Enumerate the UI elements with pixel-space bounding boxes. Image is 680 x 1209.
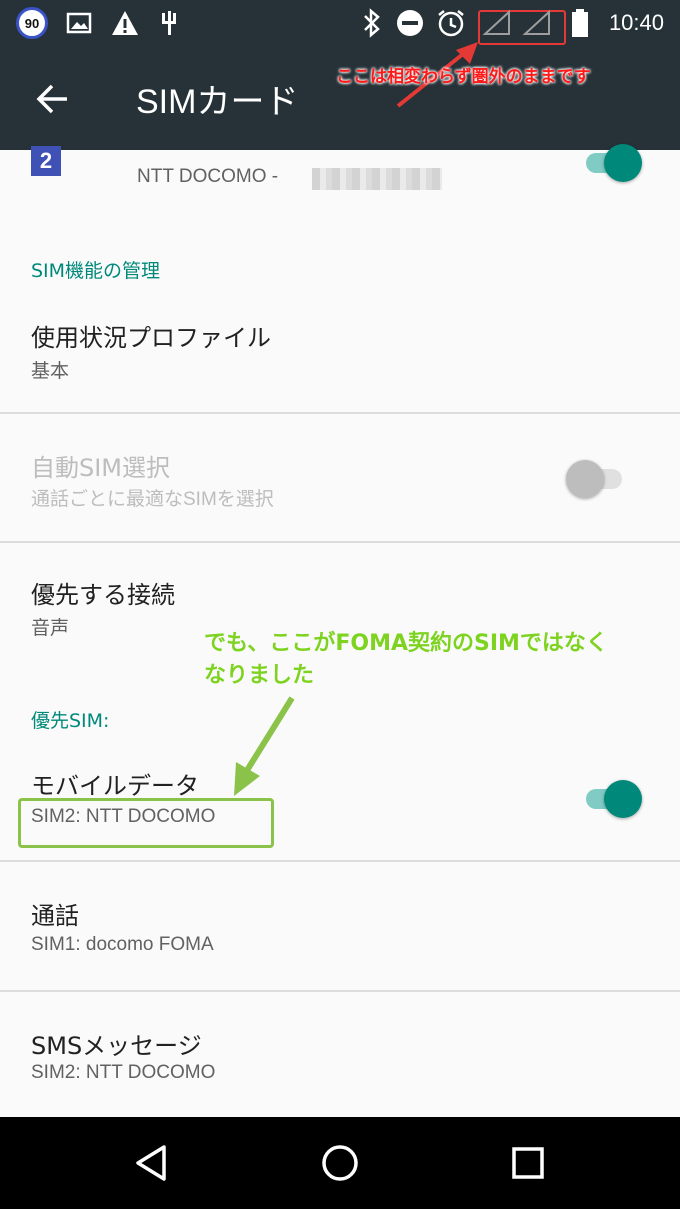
sim-slot2-row[interactable]: 2 NTT DOCOMO - [0,144,680,230]
green-annotation-text: でも、ここがFOMA契約のSIMではなく なりました [204,628,608,692]
green-annotation-arrow [234,696,295,796]
auto-sim-switch[interactable] [566,458,628,498]
navigation-bar [0,1117,680,1209]
battery-icon [570,8,590,38]
section-sim-management: SIM機能の管理 [31,260,161,282]
calls-row[interactable]: 通話 SIM1: docomo FOMA [0,862,680,990]
red-annotation-text: ここは相変わらず圏外のままです [336,67,591,87]
notification-count-badge: 90 [16,7,48,39]
signal-sim1-icon [482,8,512,38]
sim-slot2-switch[interactable] [580,142,642,182]
auto-sim-desc: 通話ごとに最適なSIMを選択 [31,489,274,510]
alarm-icon [436,8,466,38]
mobile-data-switch[interactable] [580,778,642,818]
calls-title: 通話 [31,902,79,930]
mobile-data-title: モバイルデータ [31,772,199,800]
warning-icon [110,8,140,38]
sms-row[interactable]: SMSメッセージ SIM2: NTT DOCOMO [0,992,680,1117]
green-highlight-box [18,798,274,848]
preferred-connection-value: 音声 [31,618,70,639]
section-preferred-sim: 優先SIM: [31,710,110,732]
bluetooth-icon [360,8,384,38]
nav-back-icon[interactable] [130,1141,174,1185]
status-time: 10:40 [608,10,664,35]
status-bar: 90 10:40 [0,0,680,46]
usage-profile-value: 基本 [31,361,70,382]
usb-icon [158,8,180,38]
do-not-disturb-icon [396,8,424,38]
image-icon [66,8,92,38]
auto-sim-row[interactable]: 自動SIM選択 通話ごとに最適なSIMを選択 [0,414,680,542]
sim2-badge: 2 [31,146,61,176]
signal-sim2-icon [522,8,552,38]
back-arrow-icon[interactable] [34,80,72,118]
preferred-connection-title: 優先する接続 [31,581,175,609]
sms-title: SMSメッセージ [31,1032,202,1060]
green-annotation-line1: でも、ここがFOMA契約のSIMではなく [204,631,608,656]
green-annotation-line2: なりました [204,663,315,688]
calls-value: SIM1: docomo FOMA [31,934,214,955]
blurred-number [312,168,442,190]
sms-value: SIM2: NTT DOCOMO [31,1062,216,1083]
sim-slot2-carrier: NTT DOCOMO - [137,166,279,187]
auto-sim-title: 自動SIM選択 [31,454,171,482]
nav-home-icon[interactable] [318,1141,362,1185]
usage-profile-title: 使用状況プロファイル [31,324,271,352]
usage-profile-row[interactable]: 使用状況プロファイル 基本 [0,300,680,412]
nav-recents-icon[interactable] [506,1141,550,1185]
page-title: SIMカード [136,83,299,121]
